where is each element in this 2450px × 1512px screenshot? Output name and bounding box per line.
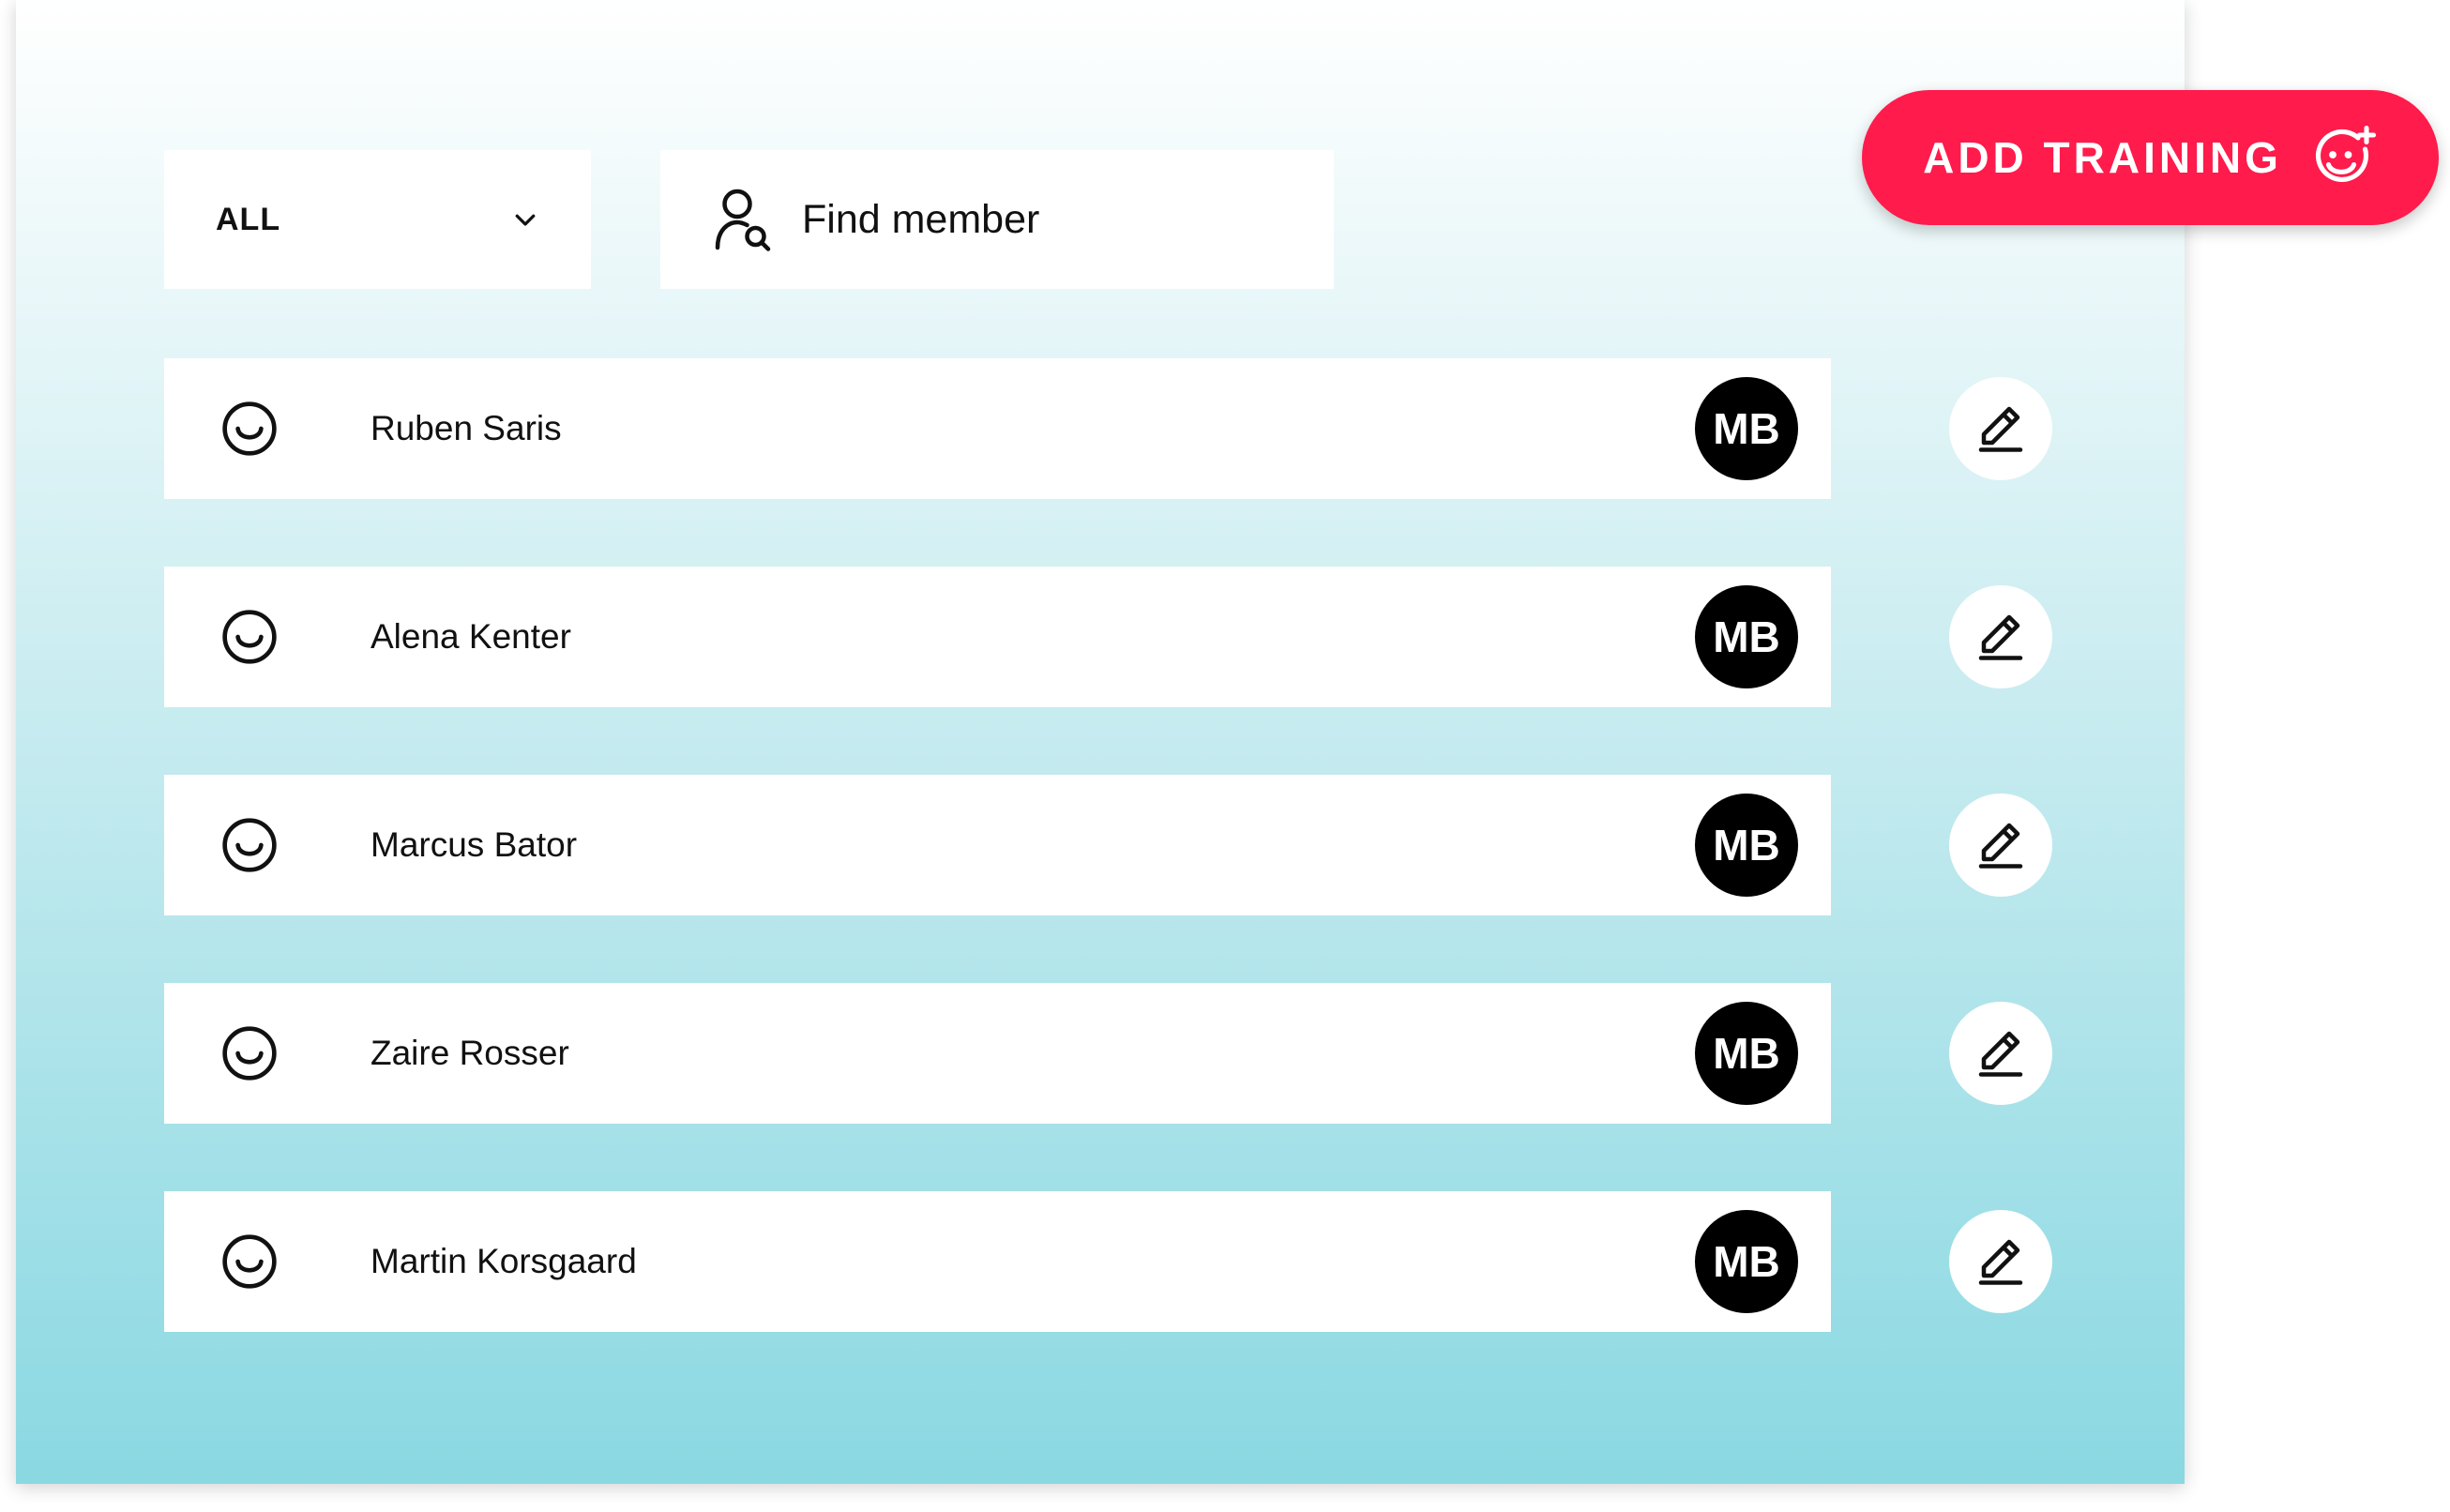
avatar: MB xyxy=(1695,794,1798,897)
member-list: Ruben Saris MB Alena Kenter MB Marcus Ba… xyxy=(164,358,2061,1399)
smile-icon xyxy=(222,610,277,664)
member-card[interactable]: Martin Korsgaard MB xyxy=(164,1191,1831,1332)
member-row: Ruben Saris MB xyxy=(164,358,2061,567)
avatar: MB xyxy=(1695,1002,1798,1105)
member-name: Alena Kenter xyxy=(371,617,571,656)
add-training-button[interactable]: ADD TRAINING xyxy=(1862,90,2439,225)
pencil-icon xyxy=(1978,614,2023,660)
smile-icon xyxy=(222,401,277,456)
edit-member-button[interactable] xyxy=(1949,377,2052,480)
member-card[interactable]: Ruben Saris MB xyxy=(164,358,1831,499)
member-row: Martin Korsgaard MB xyxy=(164,1191,2061,1399)
member-name: Marcus Bator xyxy=(371,825,578,864)
pencil-icon xyxy=(1978,406,2023,452)
member-name: Ruben Saris xyxy=(371,409,562,447)
member-name: Zaire Rosser xyxy=(371,1034,569,1072)
avatar: MB xyxy=(1695,377,1798,480)
find-member-icon xyxy=(715,189,771,251)
filter-selected-value: ALL xyxy=(216,201,281,237)
edit-member-button[interactable] xyxy=(1949,585,2052,688)
training-panel: ALL Ruben Saris MB xyxy=(16,0,2185,1484)
member-row: Marcus Bator MB xyxy=(164,775,2061,983)
smile-icon xyxy=(222,1234,277,1289)
pencil-icon xyxy=(1978,1239,2023,1285)
edit-member-button[interactable] xyxy=(1949,1210,2052,1313)
smile-icon xyxy=(222,1026,277,1081)
member-card[interactable]: Marcus Bator MB xyxy=(164,775,1831,915)
member-row: Zaire Rosser MB xyxy=(164,983,2061,1191)
member-card[interactable]: Alena Kenter MB xyxy=(164,567,1831,707)
filter-dropdown[interactable]: ALL xyxy=(164,150,591,289)
edit-member-button[interactable] xyxy=(1949,794,2052,897)
chevron-down-icon xyxy=(515,214,536,226)
pencil-icon xyxy=(1978,1031,2023,1077)
smile-plus-icon xyxy=(2315,125,2376,183)
smile-icon xyxy=(222,818,277,872)
avatar: MB xyxy=(1695,585,1798,688)
pencil-icon xyxy=(1978,823,2023,869)
member-row: Alena Kenter MB xyxy=(164,567,2061,775)
member-name: Martin Korsgaard xyxy=(371,1242,637,1280)
member-card[interactable]: Zaire Rosser MB xyxy=(164,983,1831,1124)
avatar: MB xyxy=(1695,1210,1798,1313)
search-input[interactable] xyxy=(802,196,1308,243)
edit-member-button[interactable] xyxy=(1949,1002,2052,1105)
add-training-label: ADD TRAINING xyxy=(1923,133,2282,182)
find-member-search[interactable] xyxy=(660,150,1334,289)
